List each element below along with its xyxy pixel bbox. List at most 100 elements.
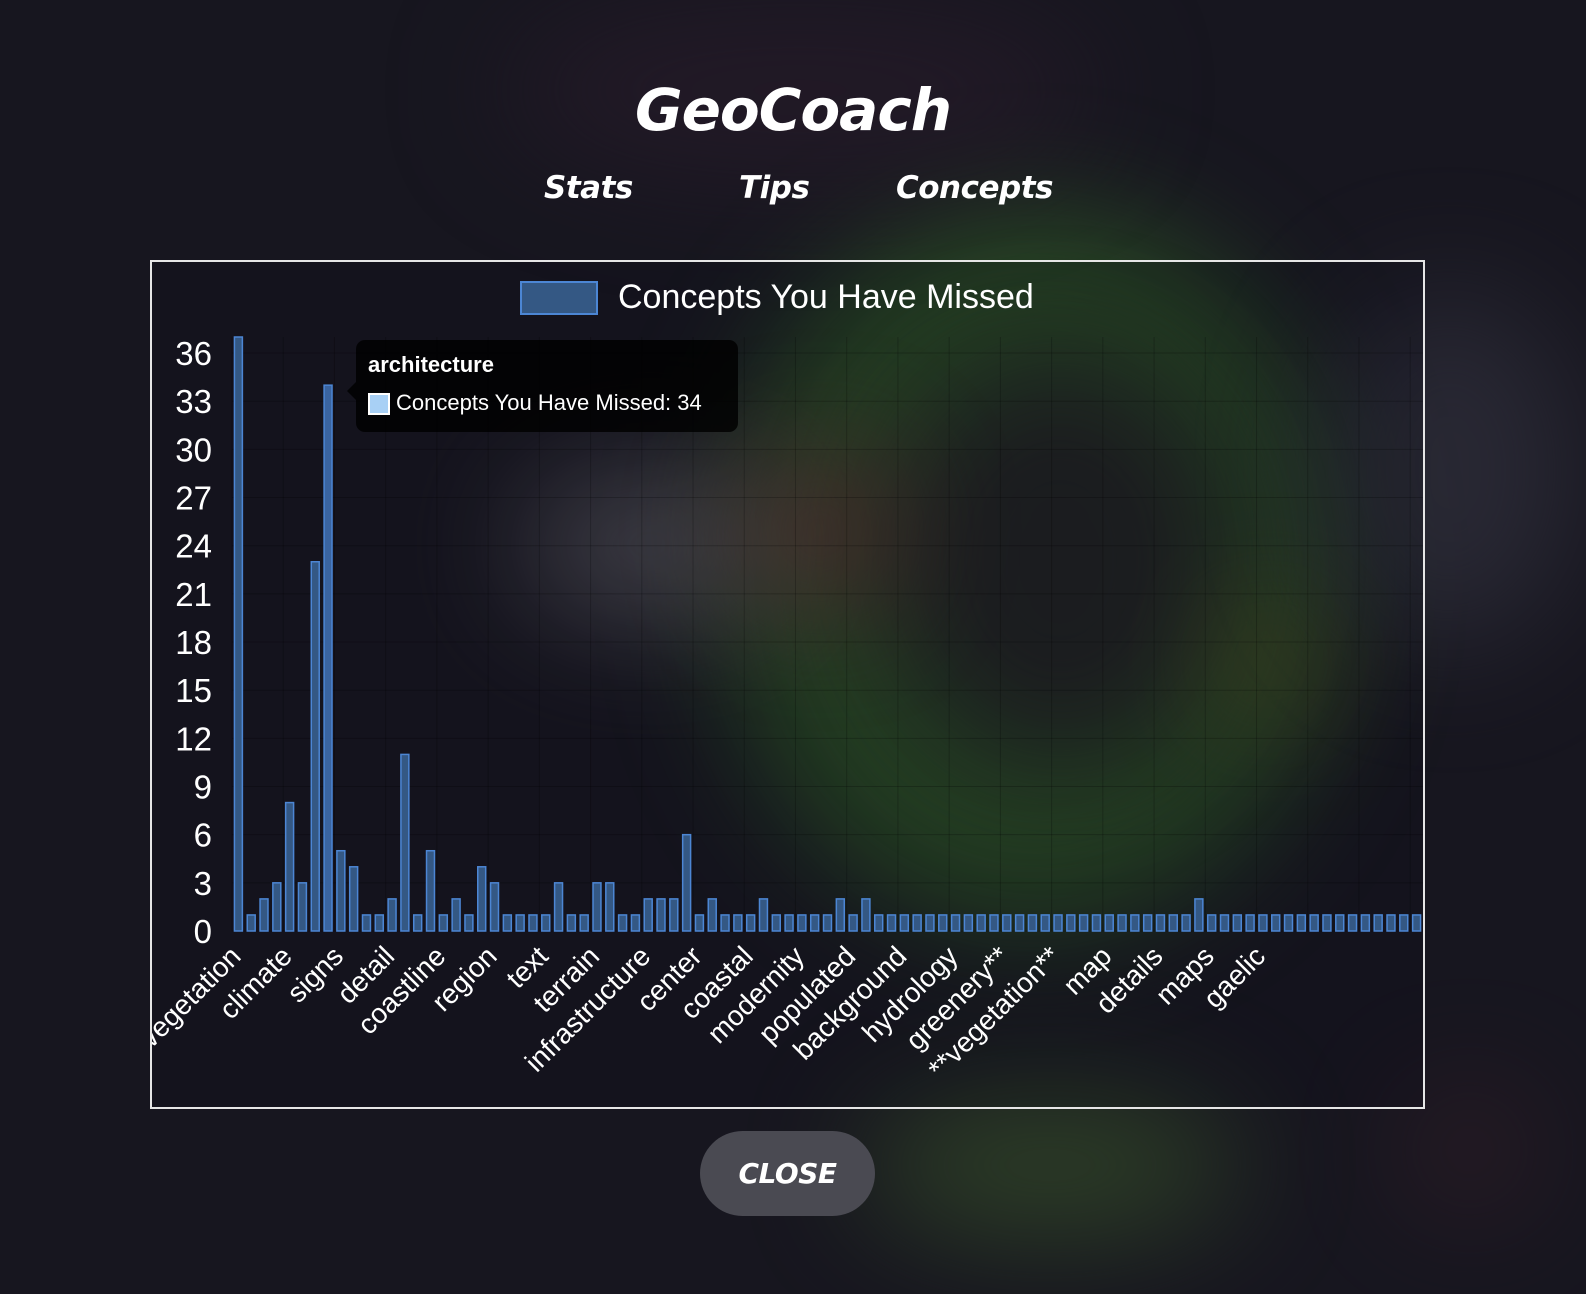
bar[interactable] (963, 914, 974, 932)
bar[interactable] (835, 898, 846, 932)
bar[interactable] (1091, 914, 1102, 932)
bar[interactable] (1322, 914, 1332, 932)
bar[interactable] (1206, 914, 1217, 932)
bar[interactable] (643, 898, 653, 932)
bar[interactable] (656, 898, 666, 932)
bar[interactable] (1373, 914, 1383, 932)
bar[interactable] (528, 914, 538, 932)
close-button[interactable]: CLOSE (700, 1131, 875, 1216)
bar[interactable] (733, 914, 743, 932)
bar[interactable] (1181, 914, 1191, 932)
bar[interactable] (1002, 914, 1012, 932)
bar[interactable] (259, 898, 269, 932)
bar[interactable] (489, 882, 500, 932)
bar[interactable] (1053, 914, 1063, 932)
bar[interactable] (1360, 914, 1371, 932)
bar[interactable] (553, 882, 564, 932)
bar[interactable] (809, 914, 820, 932)
bar[interactable] (233, 336, 244, 932)
bar[interactable] (1232, 914, 1243, 932)
bar[interactable] (912, 914, 922, 932)
bar[interactable] (284, 801, 295, 932)
bar[interactable] (1104, 914, 1114, 932)
bar[interactable] (477, 866, 487, 932)
bar[interactable] (745, 914, 756, 932)
bar[interactable] (797, 914, 807, 932)
bar[interactable] (694, 914, 705, 932)
bar[interactable] (1027, 914, 1038, 932)
bar[interactable] (425, 849, 436, 932)
bar[interactable] (297, 882, 308, 932)
bar[interactable] (1040, 914, 1050, 932)
bar[interactable] (1411, 914, 1422, 932)
tab-stats[interactable]: Stats (544, 170, 633, 206)
bar[interactable] (861, 898, 871, 932)
bar[interactable] (617, 914, 628, 932)
bar[interactable] (374, 914, 384, 932)
bar[interactable] (272, 882, 282, 932)
bar[interactable] (1078, 914, 1089, 932)
bar[interactable] (707, 898, 717, 932)
bar[interactable] (1219, 914, 1230, 932)
bar[interactable] (1309, 914, 1319, 932)
bar[interactable] (1066, 914, 1076, 932)
bar[interactable] (361, 914, 372, 932)
bar[interactable] (848, 914, 858, 932)
bar[interactable] (336, 849, 346, 932)
bar[interactable] (310, 561, 320, 932)
bar[interactable] (1386, 914, 1396, 932)
bar[interactable] (1142, 914, 1153, 932)
bar[interactable] (1283, 914, 1294, 932)
bar[interactable] (1335, 914, 1345, 932)
bar[interactable] (502, 914, 513, 932)
bar[interactable] (451, 898, 461, 932)
bar[interactable] (784, 914, 794, 932)
bar[interactable] (681, 833, 692, 932)
bar[interactable] (950, 914, 961, 932)
bar[interactable] (874, 914, 884, 932)
bar[interactable] (822, 914, 833, 932)
bar[interactable] (1271, 914, 1281, 932)
tab-concepts[interactable]: Concepts (896, 170, 1053, 206)
nav-tabs: Stats Tips Concepts (0, 170, 1586, 220)
bar[interactable] (1296, 914, 1307, 932)
bar[interactable] (515, 914, 525, 932)
bar[interactable] (400, 753, 410, 932)
bar[interactable] (412, 914, 423, 932)
bar[interactable] (387, 898, 397, 932)
bar[interactable] (758, 898, 769, 932)
bar[interactable] (246, 914, 256, 932)
bar[interactable] (579, 914, 589, 932)
bar[interactable] (989, 914, 999, 932)
bar[interactable] (1155, 914, 1166, 932)
tab-tips[interactable]: Tips (739, 170, 810, 206)
bar[interactable] (771, 914, 781, 932)
y-tick-label: 18 (175, 624, 212, 661)
bar[interactable] (720, 914, 730, 932)
bar[interactable] (1130, 914, 1140, 932)
bar[interactable] (1194, 898, 1204, 932)
bar[interactable] (669, 898, 679, 932)
bar[interactable] (1168, 914, 1178, 932)
bar[interactable] (541, 914, 551, 932)
bar[interactable] (1014, 914, 1025, 932)
bar[interactable] (899, 914, 910, 932)
bar[interactable] (925, 914, 935, 932)
bar[interactable] (938, 914, 948, 932)
bar[interactable] (464, 914, 474, 932)
bar[interactable] (605, 882, 615, 932)
bar[interactable] (323, 384, 333, 932)
bar[interactable] (438, 914, 449, 932)
bar[interactable] (976, 914, 986, 932)
bar[interactable] (1258, 914, 1268, 932)
bar[interactable] (1245, 914, 1255, 932)
bar[interactable] (1347, 914, 1358, 932)
bar[interactable] (1117, 914, 1127, 932)
bar[interactable] (886, 914, 897, 932)
bar[interactable] (566, 914, 577, 932)
bar[interactable] (630, 914, 641, 932)
bar[interactable] (1399, 914, 1409, 932)
bar[interactable] (348, 866, 359, 932)
bar[interactable] (592, 882, 602, 932)
y-tick-label: 9 (194, 769, 212, 806)
